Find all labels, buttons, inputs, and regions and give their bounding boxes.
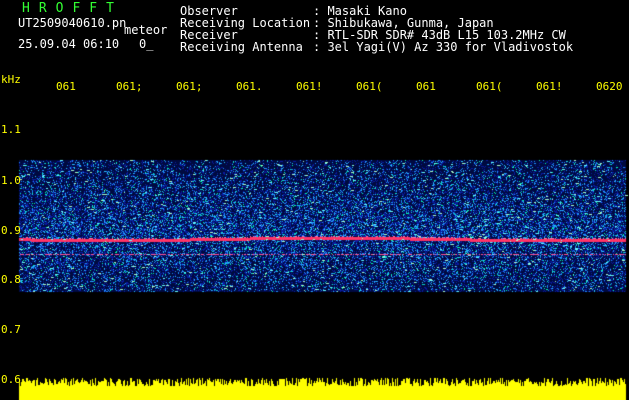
mode-label: meteor [124, 23, 168, 37]
time-tick-2: 061; [116, 80, 143, 93]
time-tick-6: 061( [356, 80, 383, 93]
time-tick-1: 061 [56, 80, 76, 93]
time-tick-10: 0620 [596, 80, 623, 93]
spectrogram-canvas [0, 0, 629, 400]
freq-tick-0-8: 0.8 [1, 273, 21, 286]
time-tick-5: 061! [296, 80, 323, 93]
counter-label: 0_ [139, 37, 154, 51]
freq-tick-1-0: 1.0 [1, 174, 21, 187]
datetime-label: 25.09.04 06:10 [18, 37, 120, 51]
time-tick-8: 061( [476, 80, 503, 93]
app-title: HROFFT [22, 1, 123, 16]
time-tick-4: 061. [236, 80, 263, 93]
time-tick-9: 061! [536, 80, 563, 93]
freq-tick-0-7: 0.7 [1, 323, 21, 336]
freq-tick-0-9: 0.9 [1, 224, 21, 237]
filename-label: UT2509040610.pn [18, 16, 127, 30]
unit-label: kHz [1, 73, 21, 86]
time-tick-3: 061; [176, 80, 203, 93]
antenna-value: : 3el Yagi(V) Az 330 for Vladivostok [313, 40, 574, 54]
antenna-label: Receiving Antenna [180, 40, 303, 54]
freq-tick-0-6: 0.6 [1, 373, 21, 386]
time-tick-7: 061 [416, 80, 436, 93]
freq-tick-1-1: 1.1 [1, 123, 21, 136]
